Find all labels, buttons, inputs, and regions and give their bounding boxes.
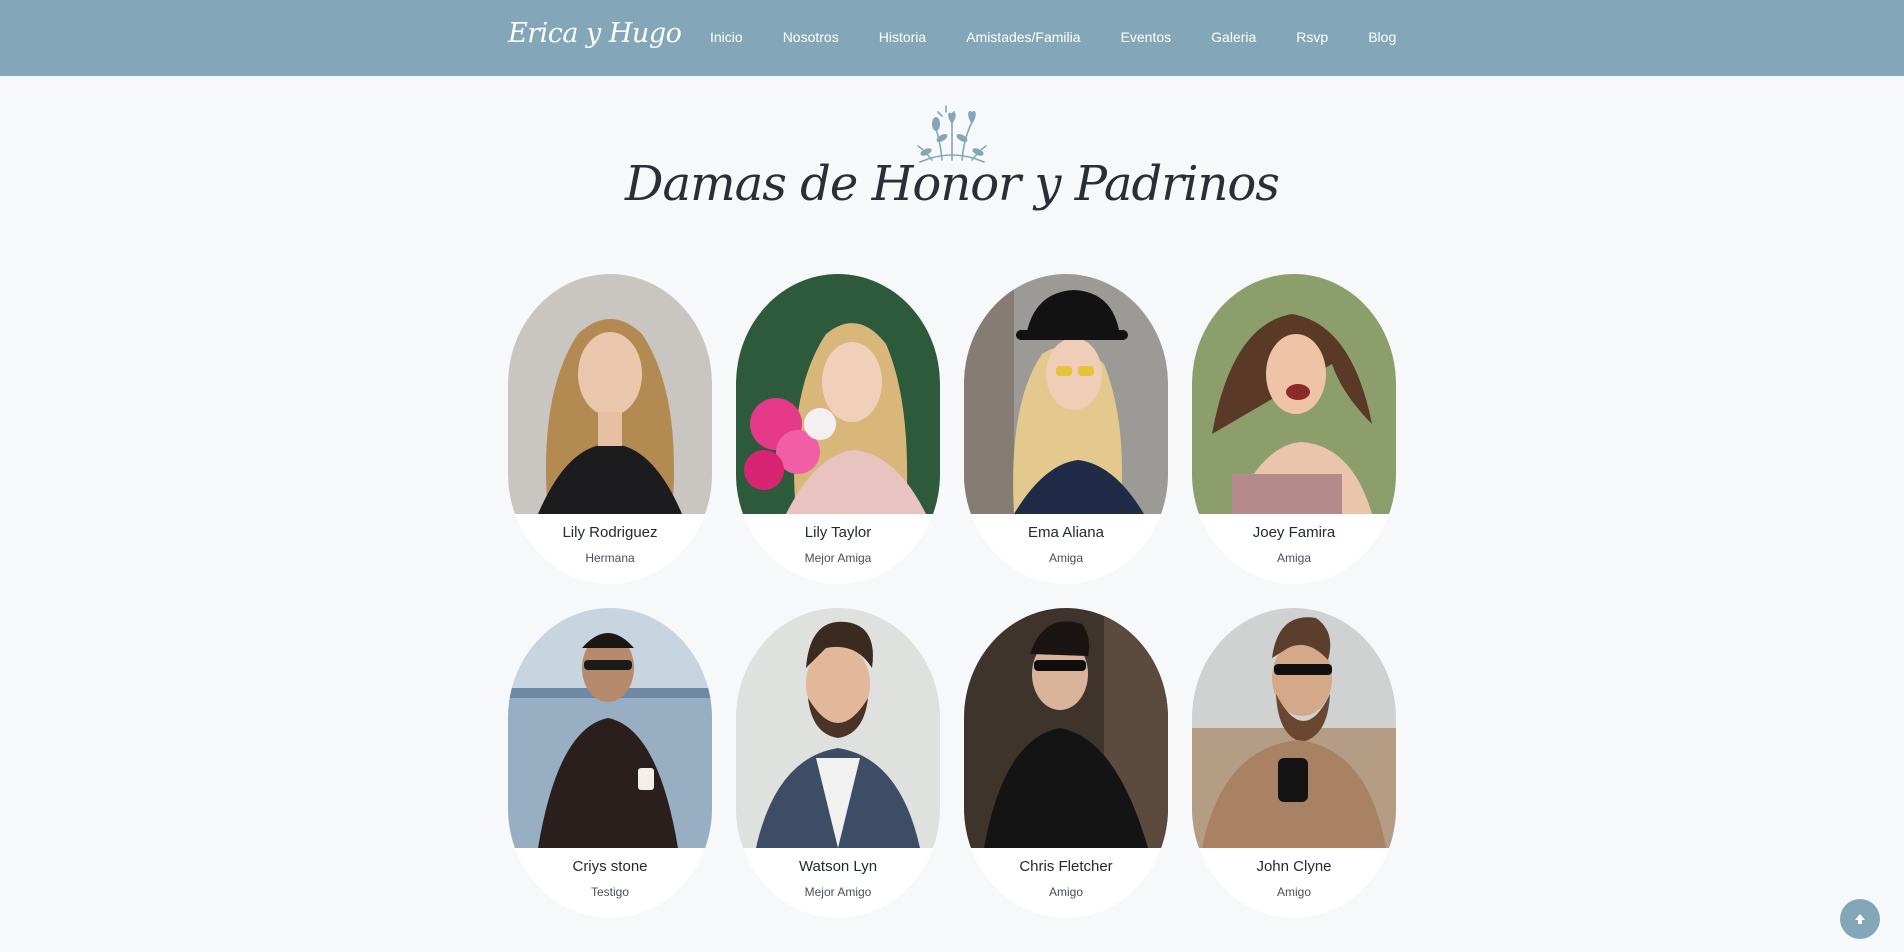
person-role: Testigo	[590, 885, 630, 899]
section-title: Damas de Honor y Padrinos	[625, 156, 1280, 212]
person-name: John Clyne	[1256, 858, 1332, 875]
nav-item-eventos[interactable]: Eventos	[1121, 29, 1172, 45]
nav-item-galeria[interactable]: Galeria	[1211, 29, 1256, 45]
person-card[interactable]: Criys stone Testigo	[508, 608, 712, 918]
nav-item-historia[interactable]: Historia	[879, 29, 926, 45]
person-photo	[1192, 608, 1396, 848]
person-photo	[964, 608, 1168, 848]
person-card[interactable]: Lily Rodriguez Hermana	[508, 274, 712, 584]
person-role: Amiga	[1276, 551, 1311, 565]
person-card[interactable]: John Clyne Amigo	[1192, 608, 1396, 918]
person-photo	[736, 274, 940, 514]
person-name: Ema Aliana	[1028, 524, 1104, 541]
person-role: Mejor Amigo	[804, 885, 872, 899]
person-card[interactable]: Ema Aliana Amiga	[964, 274, 1168, 584]
top-navbar: Erica y Hugo Inicio Nosotros Historia Am…	[0, 0, 1904, 76]
brand-logo[interactable]: Erica y Hugo	[508, 18, 682, 49]
person-role: Amiga	[1048, 551, 1083, 565]
person-role: Mejor Amiga	[804, 551, 872, 565]
person-card[interactable]: Lily Taylor Mejor Amiga	[736, 274, 940, 584]
person-card[interactable]: Joey Famira Amiga	[1192, 274, 1396, 584]
nav-item-nosotros[interactable]: Nosotros	[783, 29, 839, 45]
person-role: Hermana	[585, 551, 635, 565]
nav-item-blog[interactable]: Blog	[1368, 29, 1396, 45]
person-role: Amigo	[1276, 885, 1311, 899]
person-photo	[508, 608, 712, 848]
person-name: Criys stone	[572, 858, 648, 875]
person-photo	[1192, 274, 1396, 514]
person-card[interactable]: Chris Fletcher Amigo	[964, 608, 1168, 918]
person-role: Amigo	[1048, 885, 1083, 899]
arrow-up-icon	[1855, 914, 1865, 924]
nav-item-rsvp[interactable]: Rsvp	[1296, 29, 1328, 45]
nav-item-inicio[interactable]: Inicio	[710, 29, 743, 45]
person-name: Lily Taylor	[804, 524, 872, 541]
person-photo	[736, 608, 940, 848]
person-card[interactable]: Watson Lyn Mejor Amigo	[736, 608, 940, 918]
person-name: Joey Famira	[1252, 524, 1336, 541]
main-nav: Inicio Nosotros Historia Amistades/Famil…	[710, 0, 1436, 76]
person-name: Chris Fletcher	[1019, 858, 1113, 875]
person-photo	[508, 274, 712, 514]
nav-item-amistades-familia[interactable]: Amistades/Familia	[966, 29, 1080, 45]
person-name: Lily Rodriguez	[562, 524, 658, 541]
person-name: Watson Lyn	[798, 858, 878, 875]
people-grid: Lily Rodriguez Hermana Lily Taylor Mejor…	[508, 274, 1396, 918]
scroll-top-button[interactable]	[1840, 899, 1880, 939]
person-photo	[964, 274, 1168, 514]
